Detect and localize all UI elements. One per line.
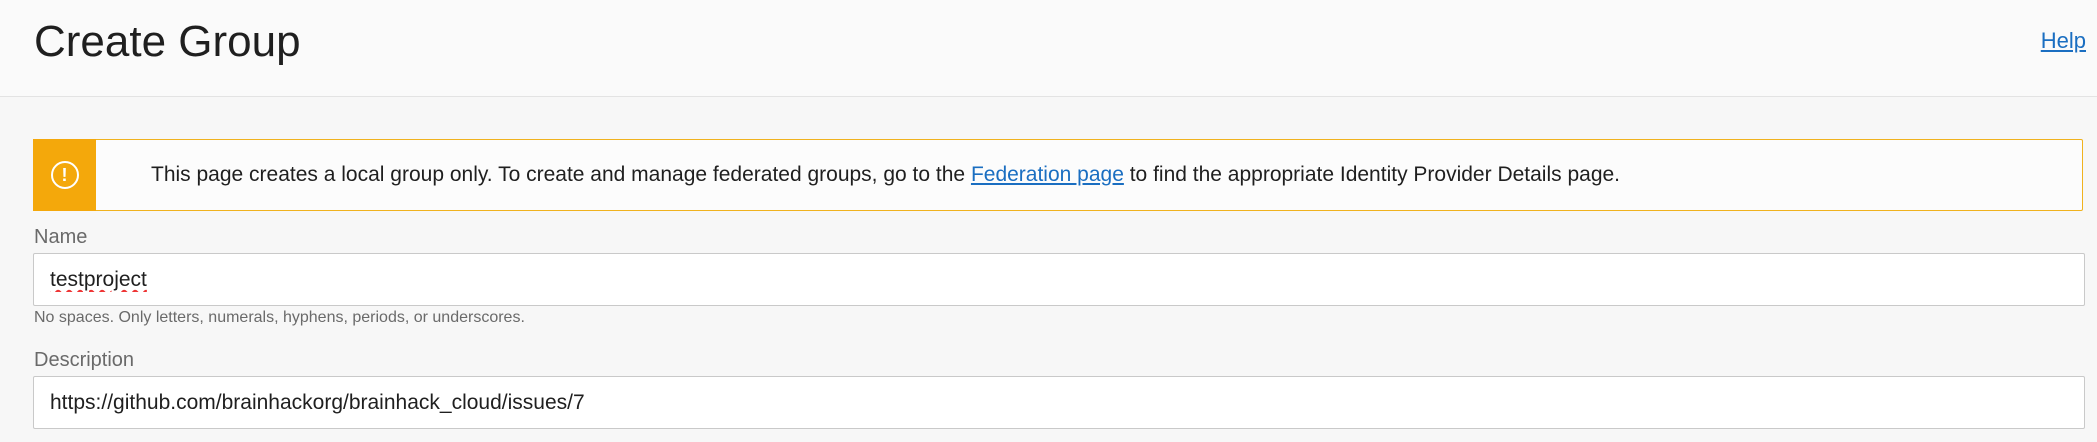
federation-page-link[interactable]: Federation page [971,163,1124,186]
name-label: Name [34,226,88,248]
name-hint: No spaces. Only letters, numerals, hyphe… [34,309,525,326]
page-title: Create Group [34,17,301,66]
page-header: Create Group Help [0,0,2097,97]
notice-message: This page creates a local group only. To… [151,163,1620,187]
name-input[interactable] [33,253,2085,306]
help-link[interactable]: Help [2041,28,2086,54]
info-notice: ! This page creates a local group only. … [33,138,2083,211]
notice-text-after: to find the appropriate Identity Provide… [1123,163,1621,186]
notice-text-before: This page creates a local group only. To… [151,163,971,186]
description-input[interactable] [33,376,2085,429]
exclamation-circle-icon: ! [50,160,79,189]
description-label: Description [34,349,135,371]
notice-icon-container: ! [33,138,96,211]
